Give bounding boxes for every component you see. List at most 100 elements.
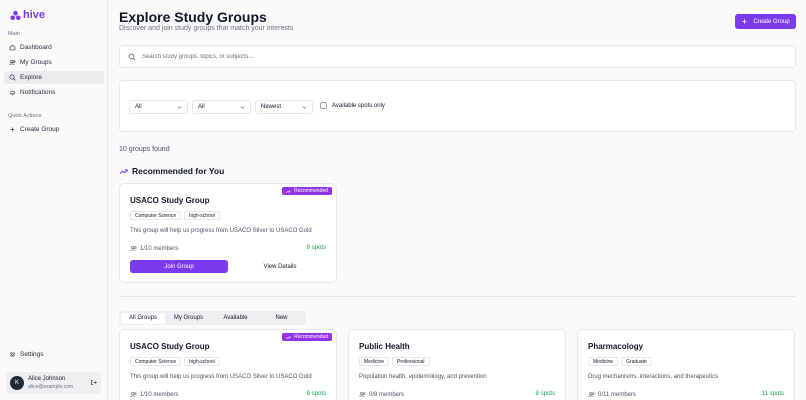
select-value: All [135, 104, 142, 110]
group-members: 1/10 members [130, 391, 178, 398]
sidebar: hive Main Dashboard My Groups Explore No… [0, 0, 108, 400]
group-tag: Medicine [588, 357, 619, 366]
category-select[interactable]: All [129, 100, 188, 114]
logout-button[interactable] [90, 379, 97, 388]
bell-icon [10, 90, 15, 96]
group-title: Pharmacology [588, 342, 644, 351]
sidebar-item-explore[interactable]: Explore [4, 71, 104, 84]
join-group-button[interactable]: Join Group [130, 260, 228, 273]
tab-new[interactable]: New [259, 313, 304, 324]
group-tag: Computer Science [130, 357, 182, 366]
group-description: This group will help us progress from US… [130, 228, 312, 234]
group-tabs: All Groups My Groups Available New [119, 311, 306, 325]
group-title: Public Health [359, 342, 410, 351]
group-members: 1/10 members [130, 245, 178, 252]
create-group-button[interactable]: Create Group [735, 14, 796, 29]
hive-logo-icon [10, 10, 21, 20]
home-icon [9, 44, 16, 51]
group-tags: Computer Science high-school [130, 357, 220, 366]
create-group-label: Create Group [753, 18, 790, 25]
sidebar-item-label: Explore [20, 74, 43, 81]
sidebar-item-label: My Groups [20, 59, 52, 66]
recommended-group-card[interactable]: Recommended USACO Study Group Computer S… [119, 183, 337, 283]
section-divider [119, 296, 796, 297]
user-name: Alice Johnson [28, 375, 66, 382]
tab-my-groups[interactable]: My Groups [165, 313, 212, 324]
trending-up-icon [119, 168, 128, 174]
results-count: 10 groups found [119, 146, 170, 153]
select-value: Newest [261, 104, 282, 110]
group-card[interactable]: Public Health Medicine Professional Popu… [348, 329, 566, 400]
user-email: alice@example.com [28, 383, 74, 390]
group-spots: 8 spots [535, 391, 555, 397]
avatar: K [10, 376, 24, 390]
group-tag: high-school [184, 357, 220, 366]
users-icon [130, 391, 137, 398]
sidebar-item-label: Settings [20, 351, 44, 358]
available-spots-label: Available spots only [332, 102, 385, 109]
search-bar[interactable] [119, 45, 796, 68]
sort-select[interactable]: Newest [255, 100, 313, 114]
tab-available[interactable]: Available [212, 313, 259, 324]
available-spots-filter[interactable]: Available spots only [320, 102, 385, 109]
group-tags: Computer Science high-school [130, 211, 220, 220]
sidebar-item-label: Dashboard [20, 44, 52, 51]
view-details-button[interactable]: View Details [232, 260, 328, 273]
group-tags: Medicine Professional [359, 357, 430, 366]
recommended-title: Recommended for You [132, 166, 225, 176]
search-input[interactable] [142, 53, 742, 60]
sidebar-create-group[interactable]: Create Group [4, 123, 104, 136]
recommended-badge: Recommended [282, 187, 332, 195]
group-members: 0/8 members [359, 391, 404, 398]
app-name: hive [23, 9, 46, 21]
search-icon [9, 74, 16, 81]
group-title: USACO Study Group [130, 342, 210, 351]
trending-up-icon [286, 335, 291, 339]
users-icon [9, 59, 16, 66]
page-title: Explore Study Groups [119, 9, 267, 25]
chevron-down-icon [240, 105, 245, 109]
plus-icon [742, 19, 747, 24]
group-description: This group will help us progress from US… [130, 374, 312, 380]
tab-all-groups[interactable]: All Groups [121, 312, 165, 324]
users-icon [359, 391, 366, 398]
group-members: 0/11 members [588, 391, 636, 398]
logout-icon [91, 379, 97, 385]
sidebar-settings[interactable]: Settings [4, 348, 104, 361]
sidebar-item-label: Notifications [20, 89, 56, 96]
group-tags: Medicine Graduate [588, 357, 652, 366]
filter-panel: All All Newest Available spots only [119, 80, 796, 132]
sidebar-item-notifications[interactable]: Notifications [4, 86, 104, 99]
group-spots: 9 spots [306, 245, 326, 251]
group-spots: 9 spots [306, 391, 326, 397]
available-spots-checkbox[interactable] [320, 102, 327, 109]
recommended-heading: Recommended for You [119, 166, 224, 176]
level-select[interactable]: All [192, 100, 251, 114]
group-description: Drug mechanisms, interactions, and thera… [588, 374, 719, 380]
page-subtitle: Discover and join study groups that matc… [119, 25, 294, 32]
main-content: Explore Study Groups Discover and join s… [108, 0, 806, 400]
sidebar-section-main: Main [8, 31, 20, 37]
plus-icon [10, 127, 15, 132]
group-tag: Professional [392, 357, 430, 366]
chevron-down-icon [177, 105, 182, 109]
group-tag: high-school [184, 211, 220, 220]
users-icon [588, 391, 595, 398]
group-title: USACO Study Group [130, 196, 210, 205]
select-value: All [198, 104, 205, 110]
sidebar-item-my-groups[interactable]: My Groups [4, 56, 104, 69]
app-logo[interactable]: hive [10, 9, 45, 21]
sidebar-item-label: Create Group [20, 126, 60, 133]
group-card[interactable]: Pharmacology Medicine Graduate Drug mech… [577, 329, 795, 400]
gear-icon [9, 351, 16, 358]
group-tag: Computer Science [130, 211, 182, 220]
sidebar-item-dashboard[interactable]: Dashboard [4, 41, 104, 54]
user-card[interactable]: K Alice Johnson alice@example.com [6, 372, 101, 394]
group-spots: 11 spots [761, 391, 784, 397]
trending-up-icon [286, 189, 291, 193]
sidebar-section-quick-actions: Quick Actions [8, 113, 42, 119]
chevron-down-icon [302, 105, 307, 109]
group-tag: Medicine [359, 357, 390, 366]
group-card[interactable]: Recommended USACO Study Group Computer S… [119, 329, 337, 400]
group-tag: Graduate [621, 357, 652, 366]
